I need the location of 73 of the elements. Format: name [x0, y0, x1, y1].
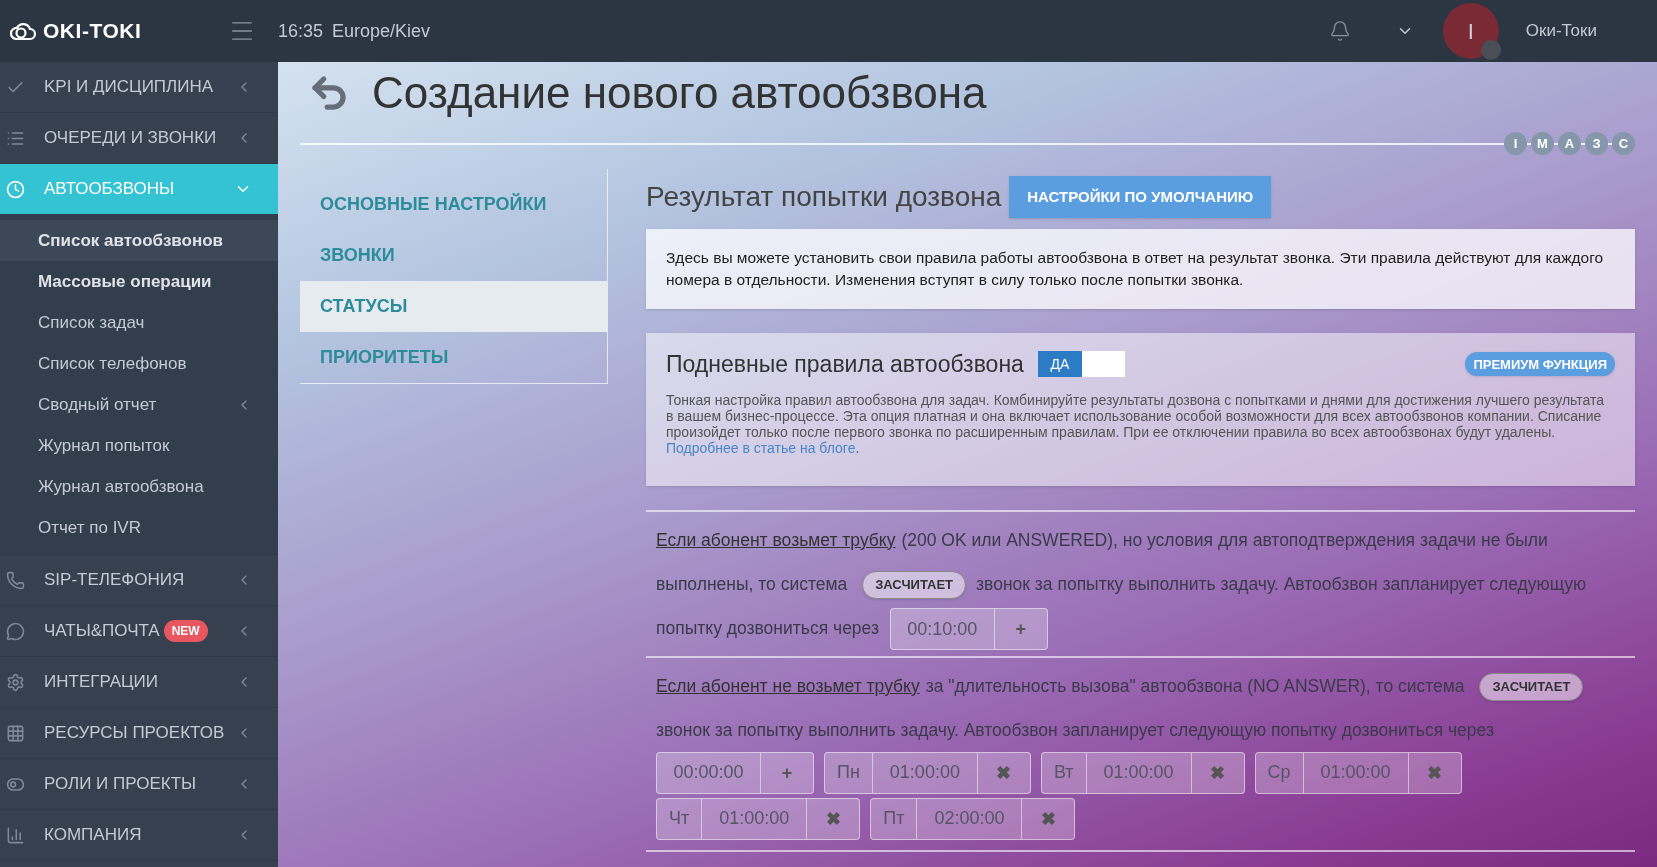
day-label: Пн — [824, 751, 873, 794]
timezone: Europe/Kiev — [332, 19, 431, 43]
logo-text: OKI-TOKI — [43, 18, 142, 45]
premium-description: Тонкая настройка правил автообзвона для задач. Комбинируйте результаты дозвона с попытками и днями для достижения лучшего результата в вашем бизнес-процессе. Эта опция платная и она включает использование особой возможности для всех автообзвонов компании. Списание произойдет только после первого звонка по расширенным правилам. При ее отключении правила во всех автообзвонах будут удалены. Подробнее в статье на блоге. — [666, 391, 1606, 456]
premium-title: Подневные правила автообзвона — [666, 350, 1024, 379]
time-action-button[interactable]: ✖ — [1021, 797, 1076, 840]
sidebar-section[interactable]: КОМПАНИЯ — [0, 810, 278, 860]
day-label: Пт — [870, 797, 918, 840]
day-label: Вт — [1040, 751, 1087, 794]
step-marker[interactable]: С — [1612, 132, 1635, 155]
sidebar-section[interactable]: РЕСУРСЫ ПРОЕКТОВ — [0, 708, 278, 758]
rule-text: Если абонент не возьмет трубку за "длительность вызова" автообзвона (NO ANSWER), то система ЗАСЧИТАЕТ звонок за попытку выполнить задачу. Автообзвон запланирует следующую попытку дозвониться через — [656, 663, 1625, 752]
sidebar-section[interactable]: SIP-ТЕЛЕФОНИЯ — [0, 555, 278, 605]
sidebar-subitem[interactable]: Журнал попыток — [0, 425, 278, 466]
time-field[interactable]: 00:00:00 — [656, 751, 760, 794]
step-marker[interactable]: А — [1558, 132, 1581, 155]
sidebar-section[interactable]: РОЛИ И ПРОЕКТЫ — [0, 759, 278, 809]
day-label: Ср — [1254, 751, 1304, 794]
sidebar-subitem[interactable]: Отчет по IVR — [0, 507, 278, 548]
step-marker[interactable]: М — [1531, 132, 1554, 155]
grid-icon — [6, 723, 25, 743]
time-action-button[interactable]: ✖ — [806, 797, 861, 840]
sidebar-subitem[interactable]: Список телефонов — [0, 343, 278, 384]
page-title: Создание нового автообзвона — [372, 67, 987, 119]
phone-icon — [6, 570, 25, 590]
premium-badge: ПРЕМИУМ ФУНКЦИЯ — [1465, 352, 1615, 377]
time-action-button[interactable]: ✖ — [1190, 751, 1245, 794]
sidebar-subitem[interactable]: Сводный отчет — [0, 384, 278, 425]
time-field[interactable]: 02:00:00 — [917, 797, 1022, 840]
count-toggle-button[interactable]: ЗАСЧИТАЕТ — [862, 570, 967, 599]
sidebar-subitem[interactable]: Массовые операции — [0, 261, 278, 302]
step-marker[interactable]: З — [1585, 132, 1608, 155]
sidebar-subitem[interactable]: Журнал автообзвона — [0, 466, 278, 507]
user-name: Оки-Токи — [1525, 20, 1597, 43]
time-field[interactable]: 01:00:00 — [1086, 751, 1191, 794]
count-toggle-button[interactable]: ЗАСЧИТАЕТ — [1479, 673, 1584, 702]
time-field[interactable]: 00:10:00 — [889, 607, 994, 650]
sidebar-section[interactable]: KPI И ДИСЦИПЛИНА — [0, 62, 278, 112]
chat-bubble-icon — [6, 621, 25, 641]
sidebar-section[interactable]: ОЧЕРЕДИ И ЗВОНКИ — [0, 113, 278, 163]
default-settings-button[interactable]: НАСТРОЙКИ ПО УМОЛЧАНИЮ — [1009, 176, 1272, 218]
sidebar-subitem[interactable]: Список задач — [0, 302, 278, 343]
sidebar-subitem[interactable]: Список автообзвонов — [0, 220, 278, 261]
notifications-icon[interactable] — [1328, 20, 1351, 42]
user-avatar[interactable]: I — [1442, 3, 1499, 59]
time-field[interactable]: 01:00:00 — [872, 751, 977, 794]
clock-time: 16:35 — [278, 19, 324, 43]
new-badge: NEW — [163, 620, 208, 642]
settings-tab[interactable]: ПРИОРИТЕТЫ — [300, 332, 607, 383]
bar-chart-icon — [6, 825, 25, 845]
cloud-logo-icon — [9, 21, 37, 41]
rule-link[interactable]: Если абонент возьмет трубку — [656, 529, 896, 550]
time-action-button[interactable]: + — [760, 751, 814, 794]
toggle-switch[interactable]: ДА — [1037, 351, 1125, 378]
time-field[interactable]: 01:00:00 — [702, 797, 807, 840]
settings-tab[interactable]: СТАТУСЫ — [300, 281, 607, 332]
info-text: Здесь вы можете установить свои правила работы автообзвона в ответ на результат звонка. Эти правила действуют для каждого номера в отдельности. Изменения вступят в силу только после попытки звонка. — [666, 248, 1605, 290]
step-marker[interactable]: I — [1504, 132, 1527, 155]
clock-icon — [6, 179, 25, 199]
settings-tab[interactable]: ЗВОНКИ — [300, 230, 607, 281]
rule-link[interactable]: Если абонент не возьмет трубку — [656, 675, 920, 696]
sidebar-section[interactable]: АВТООБЗВОНЫ — [0, 164, 278, 214]
time-field[interactable]: 01:00:00 — [1303, 751, 1408, 794]
sidebar-section[interactable]: ЧАТЫ&ПОЧТА NEW — [0, 606, 278, 656]
day-label: Чт — [656, 797, 703, 840]
section-title: Результат попытки дозвона — [646, 180, 1002, 214]
time-action-button[interactable]: ✖ — [976, 751, 1031, 794]
settings-tab[interactable]: ОСНОВНЫЕ НАСТРОЙКИ — [300, 179, 607, 230]
time-action-button[interactable]: + — [993, 607, 1048, 650]
sidebar-section[interactable]: ИНТЕГРАЦИИ — [0, 657, 278, 707]
gears-icon — [6, 672, 25, 692]
time-action-button[interactable]: ✖ — [1407, 751, 1462, 794]
rule-text: Если абонент возьмет трубку (200 OK или ANSWERED), но условия для автоподтверждения задачи не были выполнены, то система ЗАСЧИТАЕТ звонок за попытку выполнить задачу. Автообзвон запланирует следующую попытку дозвониться через 00:10:00 + — [656, 517, 1625, 650]
